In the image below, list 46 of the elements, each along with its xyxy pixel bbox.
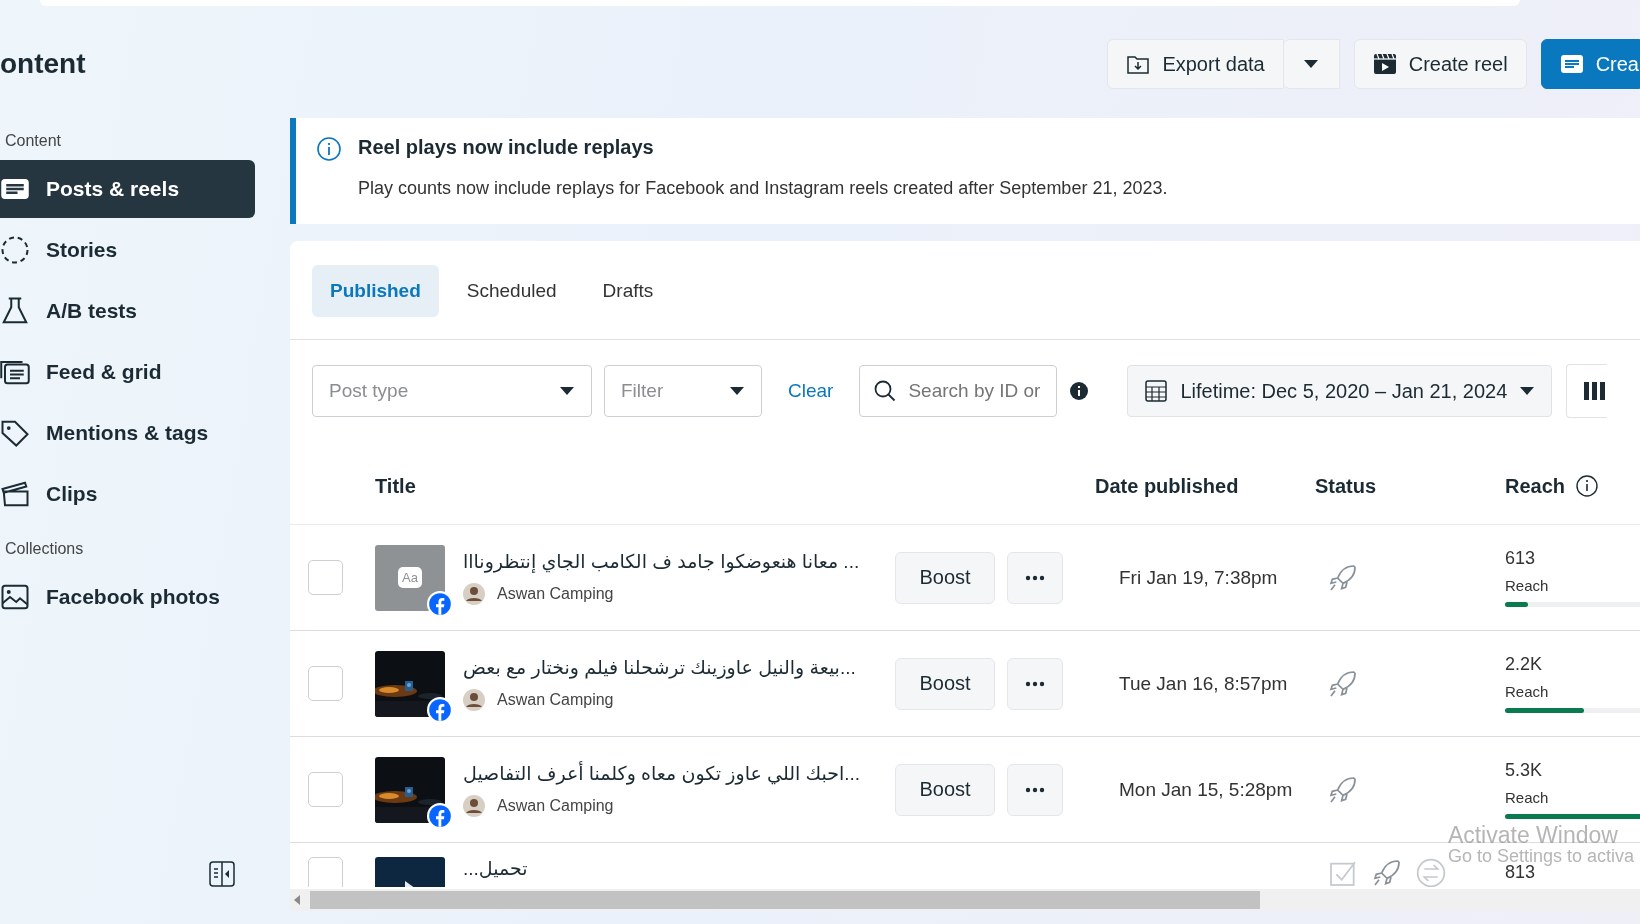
column-header: Status xyxy=(1315,474,1377,498)
clear-link[interactable]: Clear xyxy=(774,380,848,402)
sidebar-item[interactable]: A/B tests xyxy=(0,282,255,340)
post-title: ...بيعة والنيل عاوزينك ترشحلنا فيلم ونختار مع بعض xyxy=(463,656,856,679)
reach-label: Reach xyxy=(1505,577,1549,594)
sidebar-item[interactable]: Stories xyxy=(0,221,255,279)
page-name: Aswan Camping xyxy=(497,797,614,815)
page-title: ontent xyxy=(0,48,86,79)
sidebar-heading: Collections xyxy=(5,540,84,557)
create-post-button[interactable]: Crea xyxy=(1540,39,1640,89)
tab[interactable]: Scheduled xyxy=(448,265,575,317)
page-name: Aswan Camping xyxy=(497,691,614,709)
tab[interactable]: Published xyxy=(312,265,439,317)
reach-value: 613 xyxy=(1505,548,1536,569)
reach-value: 5.3K xyxy=(1505,760,1543,781)
date-published: Tue Jan 16, 8:57pm xyxy=(1119,672,1288,695)
date-range-dropdown[interactable]: Lifetime: Dec 5, 2020 – Jan 21, 2024 xyxy=(1127,365,1553,417)
sidebar-item[interactable]: Posts & reels xyxy=(0,160,255,218)
column-header: Reach xyxy=(1505,474,1566,498)
reach-value: 2.2K xyxy=(1505,654,1543,675)
date-published: Fri Jan 19, 7:38pm xyxy=(1119,566,1278,589)
column-header: Title xyxy=(375,474,416,498)
search-field[interactable]: Search by ID or xyxy=(859,365,1058,417)
post-title: ...احبك اللي عاوز تكون معاه وكلمنا أعرف التفاصيل xyxy=(463,762,861,785)
tab[interactable]: Drafts xyxy=(584,265,672,317)
post-title: تحميل... xyxy=(463,857,528,880)
sidebar-item[interactable]: Mentions & tags xyxy=(0,404,255,462)
create-reel-button[interactable]: Create reel xyxy=(1353,39,1527,89)
sidebar-heading: Content xyxy=(5,132,62,149)
reach-label: Reach xyxy=(1505,789,1549,806)
post-title: ... معانا هنعوضكوا جامد ف الكامب الجاي إنتظرونااا xyxy=(463,550,860,573)
date-published: Mon Jan 15, 5:28pm xyxy=(1119,778,1293,801)
sidebar-item[interactable]: Feed & grid xyxy=(0,343,255,401)
reach-label: Reach xyxy=(1505,683,1549,700)
column-header: Date published xyxy=(1095,474,1239,498)
text-post-label: Aa xyxy=(398,567,422,588)
banner-title: Reel plays now include replays xyxy=(358,136,655,160)
boost-button[interactable]: Boost xyxy=(895,657,995,710)
banner-text: Play counts now include replays for Facebook and Instagram reels created after September 21, 2023. xyxy=(358,178,1169,199)
sidebar-item[interactable]: Facebook photos xyxy=(0,568,255,626)
page-name: Aswan Camping xyxy=(497,585,614,603)
export-data-button[interactable]: Export data xyxy=(1107,39,1284,89)
activation-notice-title: Activate Window xyxy=(1447,822,1619,848)
sidebar-item[interactable]: Clips xyxy=(0,465,255,523)
boost-button[interactable]: Boost xyxy=(895,763,995,816)
boost-button[interactable]: Boost xyxy=(895,551,995,604)
